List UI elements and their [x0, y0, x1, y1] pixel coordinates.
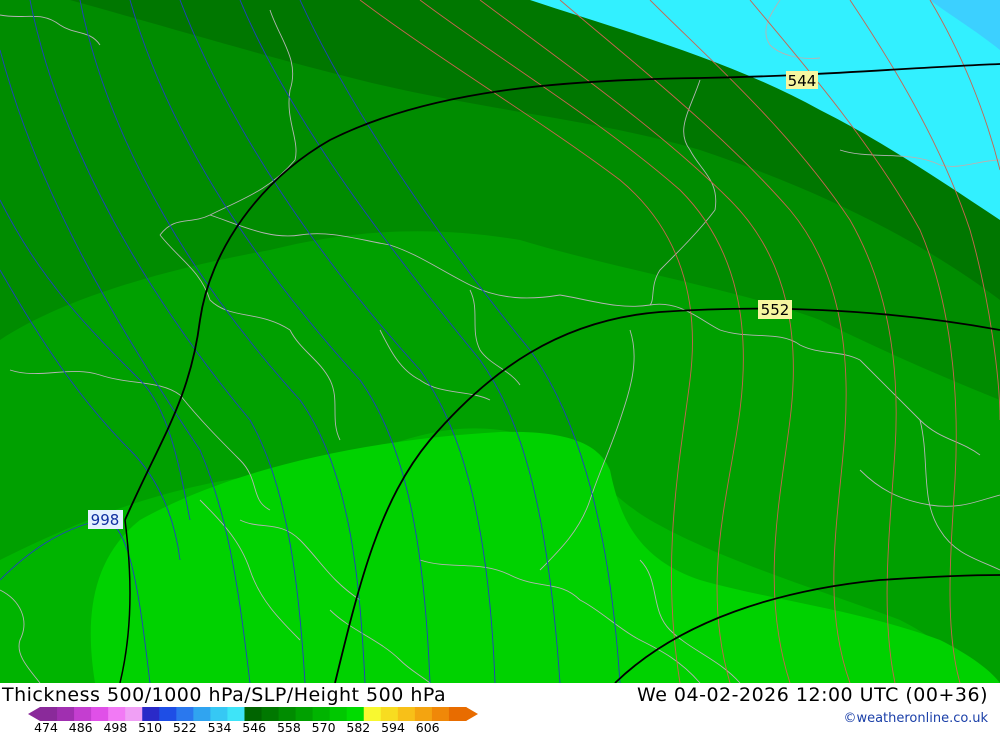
- scale-swatch: [40, 707, 58, 721]
- scale-swatch: [244, 707, 263, 721]
- scale-swatch: [227, 707, 245, 721]
- scale-swatch: [159, 707, 177, 721]
- chart-title: Thickness 500/1000 hPa/SLP/Height 500 hP…: [2, 684, 447, 706]
- scale-swatch: [57, 707, 75, 721]
- scale-swatch: [414, 707, 433, 721]
- scale-swatch: [448, 707, 467, 721]
- map-footer: Thickness 500/1000 hPa/SLP/Height 500 hP…: [0, 683, 1000, 735]
- svg-text:552: 552: [761, 301, 790, 319]
- scale-swatch: [380, 707, 399, 721]
- thickness-map: 544 552 998: [0, 0, 1000, 683]
- scale-swatch: [363, 707, 382, 721]
- scale-swatch: [261, 707, 280, 721]
- scale-swatch: [346, 707, 365, 721]
- scale-swatch: [329, 707, 348, 721]
- scale-swatch: [295, 707, 314, 721]
- scale-swatch: [176, 707, 194, 721]
- contour-label-544: 544: [786, 71, 818, 90]
- scale-swatch: [312, 707, 331, 721]
- credit-link[interactable]: ©weatheronline.co.uk: [843, 711, 988, 726]
- scale-swatch: [142, 707, 160, 721]
- svg-text:544: 544: [788, 72, 817, 90]
- scale-swatch: [278, 707, 297, 721]
- scale-swatch: [210, 707, 228, 721]
- scale-swatch: [397, 707, 416, 721]
- scale-swatch: [108, 707, 126, 721]
- scale-tip-right: [466, 707, 478, 721]
- contour-label-998: 998: [88, 510, 123, 529]
- contour-label-552: 552: [758, 300, 792, 319]
- valid-time: We 04-02-2026 12:00 UTC (00+36): [637, 684, 988, 706]
- scale-swatch: [74, 707, 92, 721]
- scale-swatch: [125, 707, 143, 721]
- scale-tip-left: [28, 707, 40, 721]
- svg-text:998: 998: [91, 511, 120, 529]
- scale-swatch: [193, 707, 211, 721]
- scale-swatch: [91, 707, 109, 721]
- color-scale: [28, 707, 478, 721]
- scale-swatch: [431, 707, 450, 721]
